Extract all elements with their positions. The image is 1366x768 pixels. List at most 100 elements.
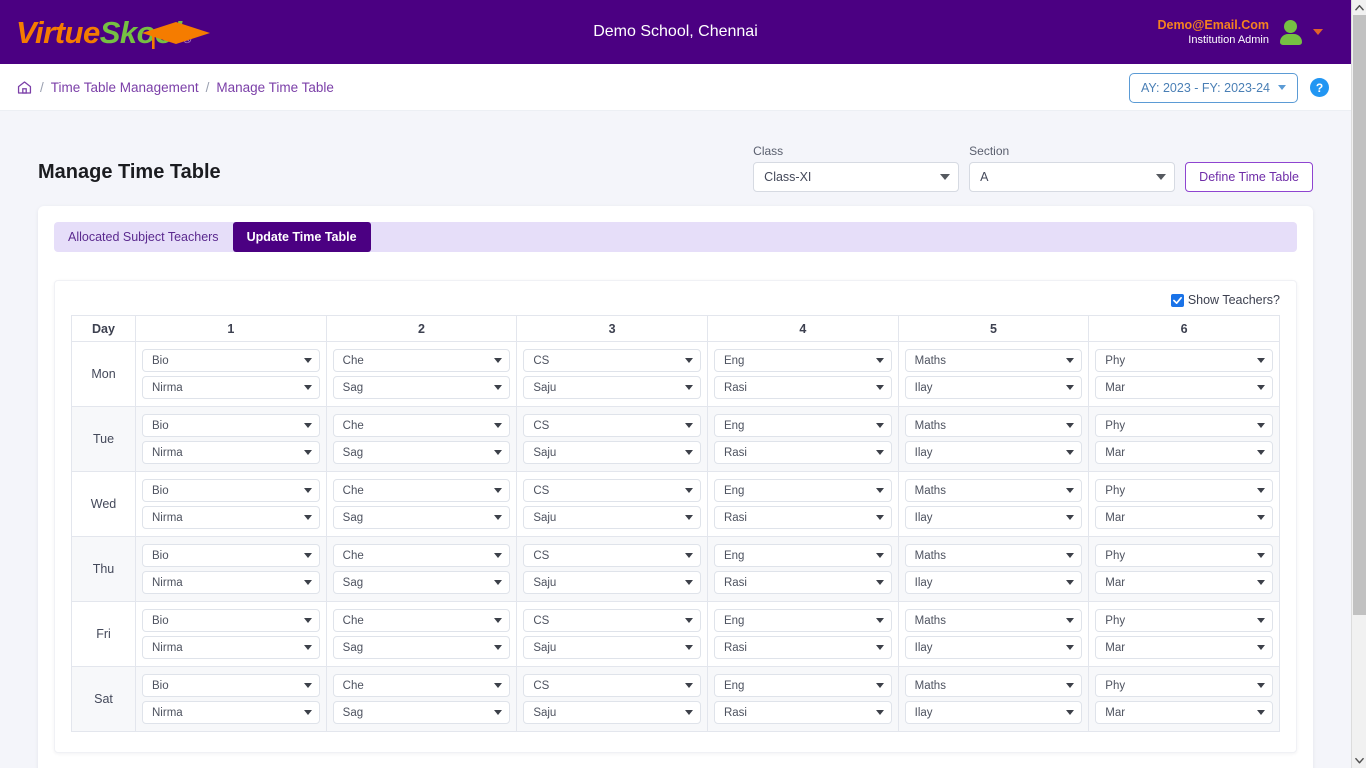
subject-select[interactable]: Eng: [713, 544, 892, 567]
subject-select[interactable]: Maths: [904, 609, 1083, 632]
teacher-select[interactable]: Mar: [1095, 441, 1273, 464]
subject-select[interactable]: Eng: [713, 479, 892, 502]
subject-select[interactable]: CS: [523, 479, 701, 502]
subject-select[interactable]: Bio: [142, 414, 320, 437]
teacher-select[interactable]: Ilay: [904, 506, 1083, 529]
show-teachers-toggle[interactable]: Show Teachers?: [71, 293, 1280, 315]
subject-select[interactable]: Eng: [713, 609, 892, 632]
avatar-icon[interactable]: [1279, 19, 1303, 45]
subject-select[interactable]: Phy: [1095, 674, 1273, 697]
app-logo[interactable]: VirtueSkool®: [0, 17, 210, 49]
teacher-select[interactable]: Mar: [1095, 506, 1273, 529]
subject-select[interactable]: Maths: [904, 349, 1083, 372]
teacher-select[interactable]: Sag: [332, 571, 511, 594]
subject-select[interactable]: Bio: [142, 609, 320, 632]
subject-select[interactable]: Phy: [1095, 544, 1273, 567]
scrollbar-track[interactable]: [1352, 15, 1366, 753]
teacher-select[interactable]: Saju: [523, 636, 701, 659]
teacher-select[interactable]: Ilay: [904, 376, 1083, 399]
subject-select[interactable]: Maths: [904, 414, 1083, 437]
teacher-select[interactable]: Mar: [1095, 376, 1273, 399]
subject-select[interactable]: Phy: [1095, 479, 1273, 502]
define-time-table-button[interactable]: Define Time Table: [1185, 162, 1313, 192]
subject-select[interactable]: Che: [332, 544, 511, 567]
subject-select[interactable]: Phy: [1095, 414, 1273, 437]
subject-select[interactable]: CS: [523, 414, 701, 437]
subject-select[interactable]: Che: [332, 349, 511, 372]
teacher-select[interactable]: Rasi: [713, 701, 892, 724]
subject-select[interactable]: Che: [332, 414, 511, 437]
teacher-select[interactable]: Nirma: [142, 376, 320, 399]
tab-update-time-table[interactable]: Update Time Table: [232, 222, 371, 252]
subject-select[interactable]: CS: [523, 349, 701, 372]
teacher-select[interactable]: Sag: [332, 636, 511, 659]
help-icon[interactable]: ?: [1310, 78, 1329, 97]
tab-allocated-subject-teachers[interactable]: Allocated Subject Teachers: [54, 222, 233, 252]
teacher-select[interactable]: Saju: [523, 571, 701, 594]
teacher-select[interactable]: Nirma: [142, 441, 320, 464]
teacher-select[interactable]: Nirma: [142, 506, 320, 529]
teacher-select[interactable]: Ilay: [904, 441, 1083, 464]
teacher-select[interactable]: Nirma: [142, 636, 320, 659]
subject-select[interactable]: Maths: [904, 674, 1083, 697]
period-slot-cell: Che Sag: [325, 406, 518, 472]
teacher-select[interactable]: Mar: [1095, 701, 1273, 724]
teacher-select[interactable]: Mar: [1095, 636, 1273, 659]
breadcrumb-link-time-table-management[interactable]: Time Table Management: [51, 80, 199, 95]
subject-select[interactable]: CS: [523, 609, 701, 632]
teacher-select[interactable]: Sag: [332, 701, 511, 724]
subject-select[interactable]: Bio: [142, 544, 320, 567]
subject-select[interactable]: Maths: [904, 479, 1083, 502]
teacher-select[interactable]: Sag: [332, 506, 511, 529]
chevron-down-icon: [1257, 385, 1265, 390]
subject-select[interactable]: Bio: [142, 479, 320, 502]
period-slot-cell: CS Saju: [516, 471, 708, 537]
teacher-select[interactable]: Nirma: [142, 571, 320, 594]
subject-select[interactable]: Eng: [713, 674, 892, 697]
subject-select[interactable]: Phy: [1095, 609, 1273, 632]
teacher-select[interactable]: Mar: [1095, 571, 1273, 594]
user-menu[interactable]: Demo@Email.Com Institution Admin: [1157, 0, 1323, 64]
teacher-select[interactable]: Ilay: [904, 701, 1083, 724]
academic-year-selector[interactable]: AY: 2023 - FY: 2023-24: [1128, 72, 1298, 103]
teacher-select[interactable]: Saju: [523, 441, 701, 464]
teacher-select[interactable]: Sag: [332, 376, 511, 399]
scrollbar-thumb[interactable]: [1353, 15, 1366, 615]
tab-bar: Allocated Subject Teachers Update Time T…: [54, 222, 1297, 252]
teacher-select-value: Ilay: [914, 381, 933, 394]
teacher-select[interactable]: Rasi: [713, 571, 892, 594]
subject-select[interactable]: Bio: [142, 349, 320, 372]
subject-select[interactable]: Phy: [1095, 349, 1273, 372]
class-select[interactable]: Class-XI: [753, 162, 960, 192]
teacher-select[interactable]: Sag: [332, 441, 511, 464]
teacher-select-value: Nirma: [152, 576, 183, 589]
teacher-select[interactable]: Nirma: [142, 701, 320, 724]
vertical-scrollbar[interactable]: [1351, 0, 1366, 768]
subject-select[interactable]: CS: [523, 544, 701, 567]
scroll-down-arrow-icon[interactable]: [1352, 753, 1366, 768]
teacher-select[interactable]: Saju: [523, 506, 701, 529]
section-select[interactable]: A: [969, 162, 1176, 192]
scroll-up-arrow-icon[interactable]: [1352, 0, 1366, 15]
day-cell: Fri: [71, 601, 136, 667]
chevron-down-icon[interactable]: [1313, 29, 1323, 35]
checkbox-checked-icon[interactable]: [1170, 293, 1184, 307]
teacher-select[interactable]: Rasi: [713, 506, 892, 529]
teacher-select[interactable]: Saju: [523, 701, 701, 724]
subject-select[interactable]: Che: [332, 609, 511, 632]
subject-select[interactable]: Che: [332, 479, 511, 502]
subject-select[interactable]: Eng: [713, 349, 892, 372]
teacher-select[interactable]: Rasi: [713, 636, 892, 659]
teacher-select[interactable]: Ilay: [904, 571, 1083, 594]
teacher-select[interactable]: Rasi: [713, 441, 892, 464]
subject-select[interactable]: CS: [523, 674, 701, 697]
subject-select[interactable]: Eng: [713, 414, 892, 437]
teacher-select[interactable]: Ilay: [904, 636, 1083, 659]
subject-select[interactable]: Bio: [142, 674, 320, 697]
teacher-select[interactable]: Saju: [523, 376, 701, 399]
chevron-down-icon: [684, 618, 693, 623]
home-icon[interactable]: [16, 79, 33, 96]
subject-select[interactable]: Maths: [904, 544, 1083, 567]
teacher-select[interactable]: Rasi: [713, 376, 892, 399]
subject-select[interactable]: Che: [332, 674, 511, 697]
